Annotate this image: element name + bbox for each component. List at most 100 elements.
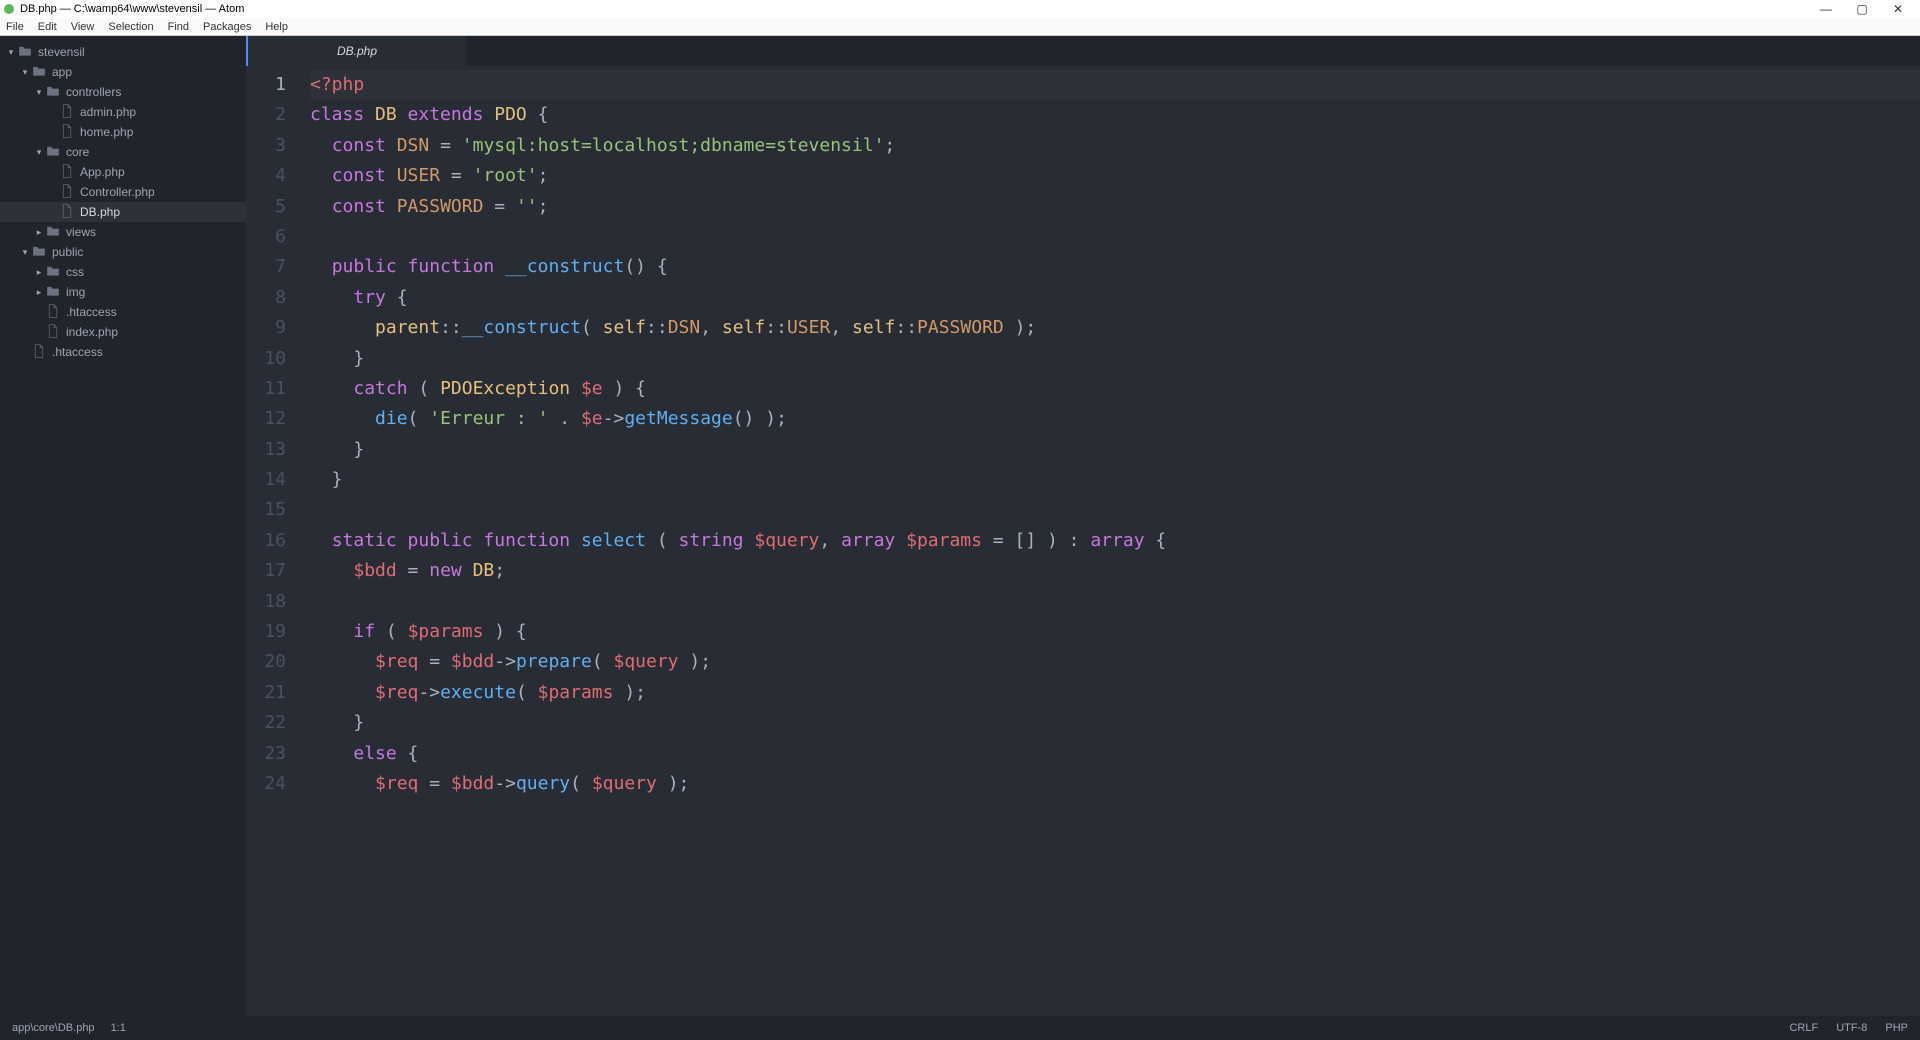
tree-item-label: App.php	[80, 165, 125, 179]
chevron-down-icon[interactable]: ▾	[20, 67, 30, 78]
line-number[interactable]: 7	[246, 252, 286, 282]
menu-edit[interactable]: Edit	[38, 21, 57, 33]
code-line[interactable]: if ( $params ) {	[310, 617, 1920, 647]
menu-help[interactable]: Help	[265, 21, 288, 33]
tree-file-controller-php[interactable]: ▸Controller.php	[0, 182, 246, 202]
code-line[interactable]: parent::__construct( self::DSN, self::US…	[310, 313, 1920, 343]
line-number[interactable]: 19	[246, 617, 286, 647]
menu-view[interactable]: View	[71, 21, 95, 33]
tree-item-label: stevensil	[38, 45, 85, 59]
chevron-down-icon[interactable]: ▾	[34, 87, 44, 98]
code-line[interactable]	[310, 495, 1920, 525]
tab-db-php[interactable]: DB.php	[246, 36, 466, 66]
status-encoding[interactable]: UTF-8	[1836, 1022, 1867, 1034]
tree-folder-controllers[interactable]: ▾controllers	[0, 82, 246, 102]
window-title: DB.php — C:\wamp64\www\stevensil — Atom	[20, 3, 244, 15]
line-number[interactable]: 21	[246, 678, 286, 708]
code-line[interactable]: catch ( PDOException $e ) {	[310, 374, 1920, 404]
tree-item-label: Controller.php	[80, 185, 155, 199]
code-line[interactable]: <?php	[310, 70, 1920, 100]
code-line[interactable]: $req = $bdd->query( $query );	[310, 769, 1920, 799]
line-number[interactable]: 11	[246, 374, 286, 404]
status-grammar[interactable]: PHP	[1885, 1022, 1908, 1034]
line-number[interactable]: 12	[246, 404, 286, 434]
code-line[interactable]	[310, 222, 1920, 252]
code-line[interactable]: try {	[310, 283, 1920, 313]
chevron-right-icon[interactable]: ▸	[34, 287, 44, 298]
code-line[interactable]: }	[310, 344, 1920, 374]
line-number[interactable]: 16	[246, 526, 286, 556]
tree-folder-app[interactable]: ▾app	[0, 62, 246, 82]
tree-file-db-php[interactable]: ▸DB.php	[0, 202, 246, 222]
line-number[interactable]: 4	[246, 161, 286, 191]
tree-folder-core[interactable]: ▾ core	[0, 142, 246, 162]
line-number[interactable]: 3	[246, 131, 286, 161]
code-line[interactable]	[310, 587, 1920, 617]
tree-folder-views[interactable]: ▸views	[0, 222, 246, 242]
tree-file--htaccess[interactable]: ▸.htaccess	[0, 302, 246, 322]
line-number[interactable]: 23	[246, 739, 286, 769]
chevron-down-icon[interactable]: ▾	[20, 247, 30, 258]
window-close-button[interactable]: ✕	[1880, 2, 1916, 16]
tab-label: DB.php	[337, 44, 377, 58]
code-line[interactable]: $req = $bdd->prepare( $query );	[310, 647, 1920, 677]
code-line[interactable]: else {	[310, 739, 1920, 769]
tree-folder-public[interactable]: ▾public	[0, 242, 246, 262]
code-line[interactable]: public function __construct() {	[310, 252, 1920, 282]
chevron-down-icon[interactable]: ▾	[6, 47, 16, 58]
code-line[interactable]: }	[310, 465, 1920, 495]
line-number[interactable]: 10	[246, 344, 286, 374]
window-maximize-button[interactable]: ▢	[1844, 2, 1880, 16]
status-line-ending[interactable]: CRLF	[1789, 1022, 1818, 1034]
line-number[interactable]: 6	[246, 222, 286, 252]
code-line[interactable]: static public function select ( string $…	[310, 526, 1920, 556]
code-line[interactable]: }	[310, 435, 1920, 465]
menu-file[interactable]: File	[6, 21, 24, 33]
tree-file--htaccess[interactable]: ▸.htaccess	[0, 342, 246, 362]
line-number[interactable]: 20	[246, 647, 286, 677]
line-number[interactable]: 15	[246, 495, 286, 525]
code-line[interactable]: $req->execute( $params );	[310, 678, 1920, 708]
line-number[interactable]: 8	[246, 283, 286, 313]
tree-file-home-php[interactable]: ▸home.php	[0, 122, 246, 142]
tree-file-index-php[interactable]: ▸index.php	[0, 322, 246, 342]
code-line[interactable]: }	[310, 708, 1920, 738]
tree-folder-stevensil[interactable]: ▾ stevensil	[0, 42, 246, 62]
status-cursor[interactable]: 1:1	[111, 1022, 126, 1034]
line-number[interactable]: 18	[246, 587, 286, 617]
line-number[interactable]: 2	[246, 100, 286, 130]
window-minimize-button[interactable]: —	[1808, 2, 1844, 16]
line-number[interactable]: 22	[246, 708, 286, 738]
code-line[interactable]: class DB extends PDO {	[310, 100, 1920, 130]
line-number[interactable]: 13	[246, 435, 286, 465]
line-number[interactable]: 5	[246, 192, 286, 222]
menu-selection[interactable]: Selection	[108, 21, 153, 33]
tree-file-admin-php[interactable]: ▸admin.php	[0, 102, 246, 122]
line-number[interactable]: 17	[246, 556, 286, 586]
tree-folder-css[interactable]: ▸css	[0, 262, 246, 282]
code-line[interactable]: const DSN = 'mysql:host=localhost;dbname…	[310, 131, 1920, 161]
folder-icon	[46, 85, 60, 100]
line-number[interactable]: 9	[246, 313, 286, 343]
tree-item-label: core	[66, 145, 89, 159]
code-line[interactable]: die( 'Erreur : ' . $e->getMessage() );	[310, 404, 1920, 434]
editor[interactable]: 123456789101112131415161718192021222324 …	[246, 66, 1920, 1016]
code-line[interactable]: const USER = 'root';	[310, 161, 1920, 191]
line-number[interactable]: 1	[246, 70, 286, 100]
chevron-right-icon[interactable]: ▸	[34, 227, 44, 238]
tree-folder-img[interactable]: ▸img	[0, 282, 246, 302]
code-line[interactable]: $bdd = new DB;	[310, 556, 1920, 586]
code-content[interactable]: <?phpclass DB extends PDO { const DSN = …	[300, 66, 1920, 1016]
project-tree[interactable]: ▾ stevensil ▾app▾controllers▸admin.php▸hom…	[0, 36, 246, 1016]
tree-file-app-php[interactable]: ▸App.php	[0, 162, 246, 182]
tree-item-label: DB.php	[80, 205, 120, 219]
status-path[interactable]: app\core\DB.php	[12, 1022, 95, 1034]
chevron-down-icon[interactable]: ▾	[34, 147, 44, 158]
chevron-right-icon[interactable]: ▸	[34, 267, 44, 278]
menu-find[interactable]: Find	[168, 21, 189, 33]
line-number[interactable]: 14	[246, 465, 286, 495]
file-icon	[46, 324, 60, 341]
line-number[interactable]: 24	[246, 769, 286, 799]
code-line[interactable]: const PASSWORD = '';	[310, 192, 1920, 222]
menu-packages[interactable]: Packages	[203, 21, 251, 33]
